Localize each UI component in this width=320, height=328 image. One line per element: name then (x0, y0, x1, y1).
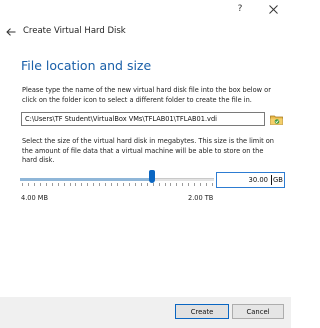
close-icon (268, 4, 278, 14)
slider-fill (20, 178, 152, 181)
slider-tick (129, 183, 130, 186)
window-titlebar: ? (0, 0, 291, 18)
slider-tick (75, 183, 76, 186)
slider-tick (28, 183, 29, 186)
slider-tick (52, 183, 53, 186)
disk-size-slider[interactable] (20, 170, 214, 188)
slider-tick (153, 183, 154, 186)
slider-tick (135, 183, 136, 186)
slider-tick (105, 183, 106, 186)
size-instructions: Select the size of the virtual hard disk… (22, 137, 274, 165)
slider-tick (117, 183, 118, 186)
slider-tick (194, 183, 195, 186)
slider-tick (93, 183, 94, 186)
slider-tick (34, 183, 35, 186)
file-location-input[interactable] (21, 112, 265, 126)
close-button[interactable] (265, 1, 281, 17)
slider-tick (123, 183, 124, 186)
folder-icon (270, 115, 283, 125)
slider-tick (40, 183, 41, 186)
slider-tick (81, 183, 82, 186)
choose-folder-button[interactable] (269, 112, 284, 126)
slider-tick (46, 183, 47, 186)
slider-tick (70, 183, 71, 186)
disk-size-input[interactable]: 30.00 GB (216, 172, 285, 188)
slider-tick (111, 183, 112, 186)
slider-tick (188, 183, 189, 186)
slider-min-label: 4.00 MB (21, 194, 48, 202)
slider-tick (176, 183, 177, 186)
back-button[interactable] (4, 25, 18, 39)
slider-tick (165, 183, 166, 186)
wizard-title: Create Virtual Hard Disk (23, 26, 126, 36)
slider-tick (141, 183, 142, 186)
slider-tick (99, 183, 100, 186)
slider-tick (212, 183, 213, 186)
slider-thumb[interactable] (149, 170, 155, 183)
text-caret (271, 175, 272, 185)
slider-max-label: 2.00 TB (188, 194, 214, 202)
slider-tick (206, 183, 207, 186)
slider-tick (182, 183, 183, 186)
back-arrow-icon (6, 28, 16, 36)
slider-tick (22, 183, 23, 186)
cancel-button[interactable]: Cancel (232, 304, 284, 319)
slider-tick (200, 183, 201, 186)
disk-size-unit: GB (273, 176, 283, 184)
slider-tick (64, 183, 65, 186)
location-instructions: Please type the name of the new virtual … (22, 86, 271, 104)
slider-tick (170, 183, 171, 186)
slider-tick (87, 183, 88, 186)
slider-tick (58, 183, 59, 186)
help-button[interactable]: ? (232, 2, 248, 16)
slider-tick (159, 183, 160, 186)
page-heading: File location and size (21, 58, 152, 73)
create-button[interactable]: Create (175, 304, 229, 319)
disk-size-value: 30.00 (248, 176, 268, 184)
slider-tick (147, 183, 148, 186)
